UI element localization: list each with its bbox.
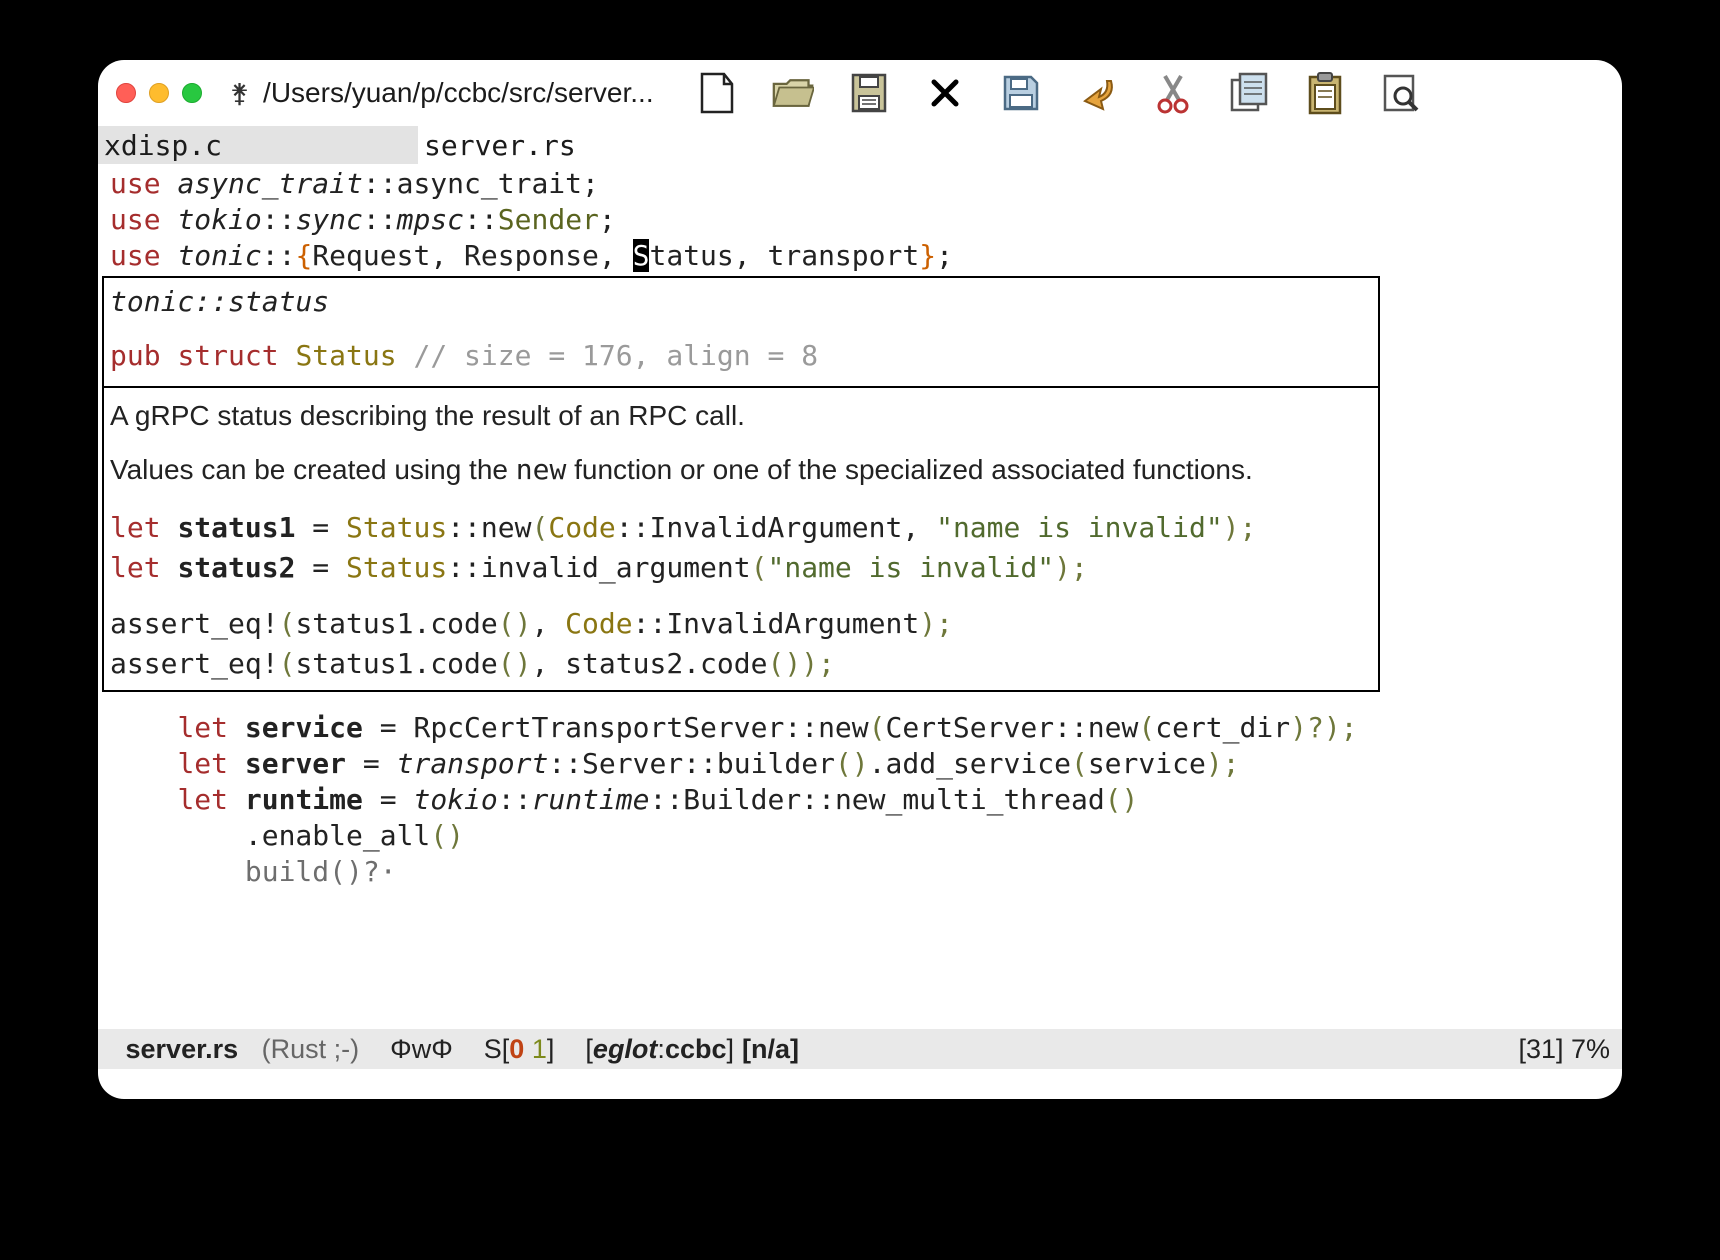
toolbar [696, 72, 1422, 114]
window-controls [116, 83, 202, 103]
minimize-window-button[interactable] [149, 83, 169, 103]
vcs-indicator-icon: ⚵ [230, 78, 249, 109]
tab-server[interactable]: server.rs [418, 126, 582, 164]
zoom-window-button[interactable] [182, 83, 202, 103]
hover-example: let status1 = Status::new(Code::InvalidA… [104, 498, 1378, 690]
editor-window: ⚵ /Users/yuan/p/ccbc/src/server... [98, 60, 1622, 1099]
mode-line: server.rs (Rust ;-) ΦwΦ S[0 1] [eglot:cc… [98, 1029, 1622, 1069]
code-line: use tonic::{Request, Response, Status, t… [102, 238, 1618, 274]
code-line: use tokio::sync::mpsc::Sender; [102, 202, 1618, 238]
save-icon[interactable] [1000, 72, 1042, 114]
modeline-encoding: ΦwΦ [390, 1034, 453, 1065]
editor-area[interactable]: use async_trait::async_trait; use tokio:… [98, 164, 1622, 892]
code-below: let service = RpcCertTransportServer::ne… [102, 692, 1618, 890]
window-title: /Users/yuan/p/ccbc/src/server... [263, 77, 654, 109]
text-cursor: S [633, 239, 650, 272]
tab-bar: xdisp.c server.rs [98, 126, 1622, 164]
titlebar: ⚵ /Users/yuan/p/ccbc/src/server... [98, 60, 1622, 126]
modeline-filename: server.rs [126, 1034, 239, 1065]
open-folder-icon[interactable] [772, 72, 814, 114]
paste-icon[interactable] [1304, 72, 1346, 114]
modeline-position: [31] 7% [1518, 1034, 1610, 1065]
new-file-icon[interactable] [696, 72, 738, 114]
copy-icon[interactable] [1228, 72, 1270, 114]
modeline-diagnostics: S[0 1] [484, 1034, 555, 1065]
close-x-icon[interactable] [924, 72, 966, 114]
search-icon[interactable] [1380, 72, 1422, 114]
modeline-lsp: [eglot:ccbc] [585, 1034, 734, 1065]
modeline-major-mode: (Rust ;-) [262, 1034, 360, 1065]
undo-icon[interactable] [1076, 72, 1118, 114]
lsp-hover-popup: tonic::status pub struct Status // size … [102, 276, 1380, 692]
tab-xdisp[interactable]: xdisp.c [98, 126, 418, 164]
hover-desc-2: Values can be created using the new func… [110, 450, 1372, 490]
hover-crumb: tonic::status [110, 285, 329, 318]
code-line: use async_trait::async_trait; [102, 166, 1618, 202]
hover-desc-1: A gRPC status describing the result of a… [110, 396, 1372, 436]
close-window-button[interactable] [116, 83, 136, 103]
modeline-na: [n/a] [742, 1034, 799, 1065]
disk-icon[interactable] [848, 72, 890, 114]
cut-icon[interactable] [1152, 72, 1194, 114]
